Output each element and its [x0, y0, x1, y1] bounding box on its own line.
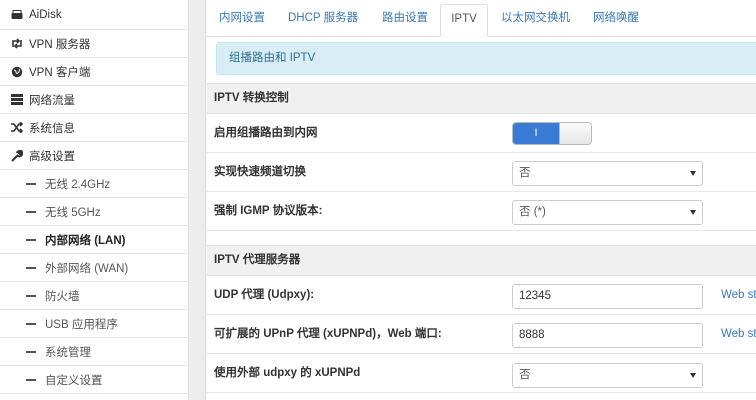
- sidebar-item-sysinfo[interactable]: 系统信息: [0, 114, 188, 142]
- info-alert: 组播路由和 IPTV: [216, 42, 756, 75]
- globe-icon: [10, 65, 24, 79]
- sidebar-subitem-wireless-24[interactable]: 无线 2.4GHz: [0, 170, 188, 198]
- sidebar-item-label: VPN 服务器: [29, 38, 91, 51]
- sidebar-item-aidisk[interactable]: AiDisk: [0, 0, 188, 30]
- field-label: 使用外部 udpxy 的 xUPNPd: [214, 367, 361, 379]
- caret-down-icon: [690, 210, 696, 215]
- random-icon: [10, 121, 24, 135]
- sidebar-subitem-admin[interactable]: 系统管理: [0, 338, 188, 366]
- tab-wake-on-lan[interactable]: 网络唤醒: [583, 4, 649, 37]
- dash-icon: [26, 350, 36, 353]
- dash-icon: [26, 378, 36, 381]
- hdd-icon: [10, 8, 24, 22]
- sidebar-subitem-label: 自定义设置: [45, 374, 103, 387]
- xupnpd-web-status-link[interactable]: Web st: [721, 315, 756, 354]
- sidebar-item-vpn-server[interactable]: VPN 服务器: [0, 30, 188, 58]
- field-label: 可扩展的 UPnP 代理 (xUPNPd)，Web 端口:: [214, 328, 442, 340]
- section-iptv-proxy-title: IPTV 代理服务器: [207, 245, 756, 276]
- wrench-icon: [10, 149, 24, 163]
- field-label: 启用组播路由到内网: [214, 127, 318, 139]
- sidebar-subitem-custom[interactable]: 自定义设置: [0, 366, 188, 394]
- sidebar-item-label: 高级设置: [29, 150, 75, 163]
- sidebar-gutter: [190, 0, 206, 400]
- tab-ethernet-switch[interactable]: 以太网交换机: [491, 4, 580, 37]
- dash-icon: [26, 238, 36, 241]
- sidebar-item-label: 系统信息: [29, 122, 75, 135]
- sidebar-subitem-label: USB 应用程序: [45, 318, 118, 331]
- sidebar-subitem-label: 外部网络 (WAN): [45, 262, 129, 275]
- sidebar-item-label: 网络流量: [29, 94, 75, 107]
- sidebar-subitem-usb[interactable]: USB 应用程序: [0, 310, 188, 338]
- field-label: UDP 代理 (Udpxy):: [214, 289, 315, 301]
- row-igmp-version: 强制 IGMP 协议版本: 否 (*): [207, 192, 756, 231]
- tab-dhcp-server[interactable]: DHCP 服务器: [278, 4, 368, 37]
- dash-icon: [26, 322, 36, 325]
- sidebar-subitem-wan[interactable]: 外部网络 (WAN): [0, 254, 188, 282]
- dash-icon: [26, 294, 36, 297]
- tab-bar: 内网设置 DHCP 服务器 路由设置 IPTV 以太网交换机 网络唤醒: [207, 0, 756, 37]
- sidebar-subitem-label: 无线 5GHz: [45, 206, 101, 219]
- retweet-icon: [10, 37, 24, 51]
- sidebar-item-vpn-client[interactable]: VPN 客户端: [0, 58, 188, 86]
- sidebar-subitem-firewall[interactable]: 防火墙: [0, 282, 188, 310]
- row-fast-leave: 实现快速频道切换 否: [207, 153, 756, 192]
- tab-iptv[interactable]: IPTV: [440, 4, 488, 37]
- tasks-icon: [10, 93, 24, 107]
- field-label: 实现快速频道切换: [214, 166, 306, 178]
- sidebar-subitem-label: 防火墙: [45, 290, 80, 303]
- sidebar-item-advanced[interactable]: 高级设置: [0, 142, 188, 170]
- dash-icon: [26, 182, 36, 185]
- select-value: 否: [519, 369, 531, 381]
- igmp-version-select[interactable]: 否 (*): [512, 200, 703, 225]
- row-multicast-routing: 启用组播路由到内网 I: [207, 114, 756, 153]
- sidebar: AiDisk VPN 服务器 VPN 客户端 网络流量 系统信息 高级设置 无线…: [0, 0, 189, 400]
- row-xupnpd: 可扩展的 UPnP 代理 (xUPNPd)，Web 端口: 8888 Web s…: [207, 315, 756, 354]
- sidebar-subitem-label: 内部网络 (LAN): [45, 234, 126, 247]
- sidebar-item-traffic[interactable]: 网络流量: [0, 86, 188, 114]
- external-udpxy-select[interactable]: 否: [512, 363, 703, 388]
- udpxy-web-status-link[interactable]: Web st: [721, 276, 756, 315]
- multicast-toggle[interactable]: I: [512, 122, 592, 145]
- sidebar-subitem-label: 无线 2.4GHz: [45, 178, 111, 191]
- caret-down-icon: [690, 171, 696, 176]
- field-label: 强制 IGMP 协议版本:: [214, 205, 323, 217]
- dash-icon: [26, 266, 36, 269]
- main-panel: 内网设置 DHCP 服务器 路由设置 IPTV 以太网交换机 网络唤醒 组播路由…: [207, 0, 756, 400]
- sidebar-item-label: VPN 客户端: [29, 66, 91, 79]
- row-external-udpxy: 使用外部 udpxy 的 xUPNPd 否: [207, 354, 756, 393]
- udpxy-port-input[interactable]: 12345: [512, 284, 703, 309]
- row-udpxy: UDP 代理 (Udpxy): 12345 Web st: [207, 276, 756, 315]
- fast-leave-select[interactable]: 否: [512, 161, 703, 186]
- tab-routing[interactable]: 路由设置: [372, 4, 438, 37]
- sidebar-item-label: AiDisk: [29, 8, 62, 21]
- sidebar-subitem-label: 系统管理: [45, 346, 91, 359]
- section-iptv-control-title: IPTV 转换控制: [207, 83, 756, 114]
- select-value: 否: [519, 167, 531, 179]
- dash-icon: [26, 210, 36, 213]
- toggle-knob: [559, 123, 591, 144]
- xupnpd-port-input[interactable]: 8888: [512, 323, 703, 348]
- toggle-on-label: I: [513, 123, 559, 144]
- caret-down-icon: [690, 373, 696, 378]
- sidebar-subitem-wireless-5[interactable]: 无线 5GHz: [0, 198, 188, 226]
- sidebar-subitem-lan[interactable]: 内部网络 (LAN): [0, 226, 188, 254]
- select-value: 否 (*): [519, 206, 546, 218]
- tab-lan-settings[interactable]: 内网设置: [209, 4, 275, 37]
